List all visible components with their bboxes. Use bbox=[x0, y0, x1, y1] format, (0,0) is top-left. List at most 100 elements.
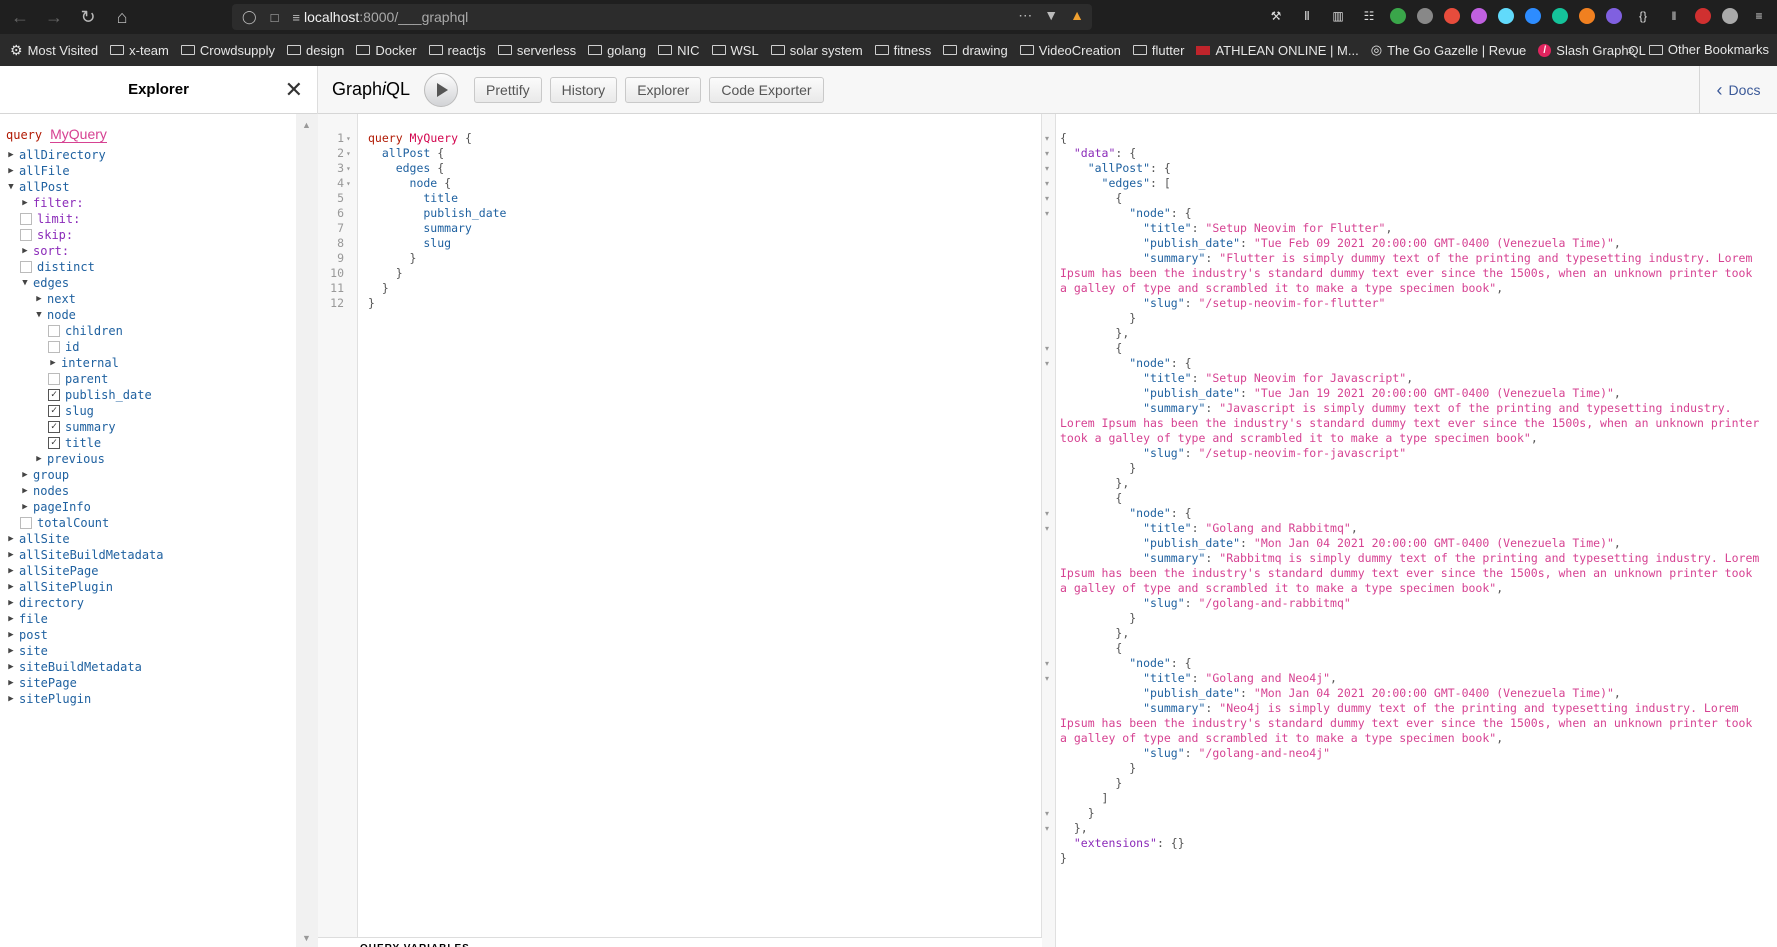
explorer-field-totalCount[interactable]: totalCount bbox=[0, 515, 296, 531]
green-ext-icon[interactable] bbox=[1390, 8, 1406, 24]
execute-query-button[interactable] bbox=[424, 72, 459, 107]
explorer-field-nodes[interactable]: ▶ nodes bbox=[0, 483, 296, 499]
explorer-field-sitePlugin[interactable]: ▶ sitePlugin bbox=[0, 691, 296, 707]
explorer-field-pageInfo[interactable]: ▶ pageInfo bbox=[0, 499, 296, 515]
triangle-right-icon[interactable]: ▶ bbox=[48, 355, 58, 371]
bookmark-item[interactable]: Crowdsupply bbox=[180, 43, 275, 58]
more-actions-icon[interactable]: ⋯ bbox=[1018, 7, 1032, 24]
bookmark-item[interactable]: ⚙ Most Visited bbox=[10, 42, 98, 59]
checkbox[interactable] bbox=[20, 261, 32, 273]
scroll-up-icon[interactable]: ▲ bbox=[302, 120, 311, 130]
explorer-field-node[interactable]: ▼ node bbox=[0, 307, 296, 323]
bookmark-item[interactable]: ATHLEAN ONLINE | M... bbox=[1196, 43, 1359, 58]
explorer-field-children[interactable]: children bbox=[0, 323, 296, 339]
explorer-field-parent[interactable]: parent bbox=[0, 371, 296, 387]
checkbox-checked[interactable]: ✓ bbox=[48, 405, 60, 417]
fold-icon[interactable]: ▾ bbox=[1045, 809, 1049, 818]
triangle-down-icon[interactable]: ▼ bbox=[6, 179, 16, 195]
triangle-right-icon[interactable]: ▶ bbox=[6, 547, 16, 563]
docs-button[interactable]: ‹ Docs bbox=[1699, 66, 1777, 114]
fold-icon[interactable]: ▾ bbox=[1045, 344, 1049, 353]
menu-icon[interactable]: ≡ bbox=[1749, 6, 1769, 26]
explorer-scrollbar[interactable]: ▲ ▼ bbox=[296, 114, 318, 947]
explorer-field-post[interactable]: ▶ post bbox=[0, 627, 296, 643]
explorer-field-title[interactable]: ✓ title bbox=[0, 435, 296, 451]
fold-icon[interactable]: ▾ bbox=[1045, 134, 1049, 143]
json-ext-icon[interactable]: {} bbox=[1633, 6, 1653, 26]
zoom-ext-icon[interactable] bbox=[1525, 8, 1541, 24]
fold-icon[interactable]: ▾ bbox=[1045, 149, 1049, 158]
triangle-right-icon[interactable]: ▶ bbox=[6, 691, 16, 707]
fold-icon[interactable]: ▾ bbox=[1045, 824, 1049, 833]
close-icon[interactable]: ✕ bbox=[285, 77, 303, 103]
fold-icon[interactable]: ▾ bbox=[346, 131, 356, 146]
checkbox[interactable] bbox=[20, 517, 32, 529]
triangle-right-icon[interactable]: ▶ bbox=[34, 291, 44, 307]
checkbox-checked[interactable]: ✓ bbox=[48, 421, 60, 433]
sidebar-icon[interactable]: ▥ bbox=[1328, 6, 1348, 26]
checkbox[interactable] bbox=[20, 229, 32, 241]
explorer-field-allPost[interactable]: ▼ allPost bbox=[0, 179, 296, 195]
bookmark-item[interactable]: flutter bbox=[1132, 43, 1184, 58]
overflow-chevron-icon[interactable]: » bbox=[1628, 42, 1635, 57]
fold-icon[interactable]: ▾ bbox=[346, 146, 356, 161]
checkbox-checked[interactable]: ✓ bbox=[48, 389, 60, 401]
explorer-field-allSiteBuildMetadata[interactable]: ▶ allSiteBuildMetadata bbox=[0, 547, 296, 563]
triangle-right-icon[interactable]: ▶ bbox=[34, 451, 44, 467]
triangle-right-icon[interactable]: ▶ bbox=[6, 579, 16, 595]
triangle-down-icon[interactable]: ▼ bbox=[34, 307, 44, 323]
fold-icon[interactable]: ▾ bbox=[1045, 674, 1049, 683]
explorer-field-internal[interactable]: ▶ internal bbox=[0, 355, 296, 371]
circle-ext-icon[interactable] bbox=[1722, 8, 1738, 24]
triangle-right-icon[interactable]: ▶ bbox=[6, 643, 16, 659]
explorer-field-next[interactable]: ▶ next bbox=[0, 291, 296, 307]
ring-ext-icon[interactable] bbox=[1471, 8, 1487, 24]
fold-icon[interactable]: ▾ bbox=[1045, 509, 1049, 518]
scroll-down-icon[interactable]: ▼ bbox=[302, 933, 311, 943]
bookmark-item[interactable]: solar system bbox=[770, 43, 863, 58]
history-button[interactable]: History bbox=[549, 76, 618, 103]
triangle-right-icon[interactable]: ▶ bbox=[6, 611, 16, 627]
fold-icon[interactable]: ▾ bbox=[346, 176, 356, 191]
explorer-field-publish_date[interactable]: ✓ publish_date bbox=[0, 387, 296, 403]
explorer-field-group[interactable]: ▶ group bbox=[0, 467, 296, 483]
bookmark-item[interactable]: x-team bbox=[110, 43, 169, 58]
triangle-right-icon[interactable]: ▶ bbox=[20, 195, 30, 211]
bookmark-item[interactable]: ◎ The Go Gazelle | Revue bbox=[1371, 42, 1527, 58]
triangle-right-icon[interactable]: ▶ bbox=[20, 467, 30, 483]
bookmark-item[interactable]: VideoCreation bbox=[1019, 43, 1121, 58]
bookmark-item[interactable]: reactjs bbox=[428, 43, 486, 58]
fold-icon[interactable]: ▾ bbox=[1045, 359, 1049, 368]
back-icon[interactable]: ← bbox=[6, 3, 34, 31]
reader-icon[interactable]: ☷ bbox=[1359, 6, 1379, 26]
fold-icon[interactable]: ▾ bbox=[1045, 164, 1049, 173]
reload-icon[interactable]: ↻ bbox=[74, 3, 102, 31]
home-icon[interactable]: ⌂ bbox=[108, 3, 136, 31]
bookmark-item[interactable]: drawing bbox=[943, 43, 1008, 58]
query-editor[interactable]: 1 ▾ query MyQuery {2 ▾ allPost {3 ▾ edges {4… bbox=[318, 114, 1042, 947]
bookmark-item[interactable]: serverless bbox=[497, 43, 576, 58]
wrench-icon[interactable]: ⚒ bbox=[1266, 6, 1286, 26]
explorer-field-summary[interactable]: ✓ summary bbox=[0, 419, 296, 435]
purple-ext-icon[interactable] bbox=[1606, 8, 1622, 24]
library-icon[interactable]: Ⅱ bbox=[1297, 6, 1317, 26]
x-ext-icon[interactable] bbox=[1444, 8, 1460, 24]
explorer-field-sort[interactable]: ▶ sort: bbox=[0, 243, 296, 259]
other-bookmarks[interactable]: Other Bookmarks bbox=[1648, 42, 1769, 57]
triangle-right-icon[interactable]: ▶ bbox=[6, 531, 16, 547]
fold-icon[interactable]: ▾ bbox=[1045, 209, 1049, 218]
triangle-right-icon[interactable]: ▶ bbox=[6, 595, 16, 611]
checkbox[interactable] bbox=[48, 341, 60, 353]
fold-icon[interactable]: ▾ bbox=[1045, 659, 1049, 668]
explorer-field-site[interactable]: ▶ site bbox=[0, 643, 296, 659]
forward-icon[interactable]: → bbox=[40, 3, 68, 31]
triangle-right-icon[interactable]: ▶ bbox=[20, 243, 30, 259]
pocket-icon[interactable]: ▼ bbox=[1044, 7, 1058, 24]
checkbox[interactable] bbox=[48, 325, 60, 337]
explorer-field-limit[interactable]: limit: bbox=[0, 211, 296, 227]
explorer-field-slug[interactable]: ✓ slug bbox=[0, 403, 296, 419]
fold-icon[interactable]: ▾ bbox=[346, 161, 356, 176]
react-ext-icon[interactable] bbox=[1498, 8, 1514, 24]
address-bar[interactable]: ◯ □ ≡ localhost:8000/___graphql ⋯ ▼ ▲ bbox=[232, 4, 1092, 30]
explorer-field-allSitePlugin[interactable]: ▶ allSitePlugin bbox=[0, 579, 296, 595]
